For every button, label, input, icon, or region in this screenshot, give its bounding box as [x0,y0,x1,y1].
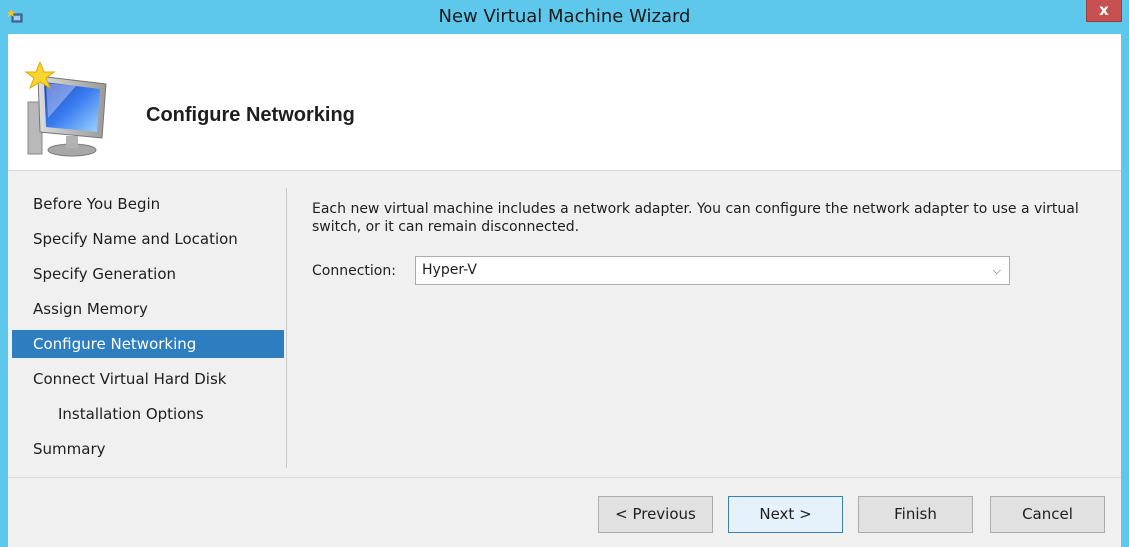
title-bar: New Virtual Machine Wizard x [0,0,1129,34]
nav-item-assign-memory[interactable]: Assign Memory [12,295,284,323]
chevron-down-icon: ⌵ [992,264,1001,277]
nav-item-before-you-begin[interactable]: Before You Begin [12,190,284,218]
previous-button[interactable]: < Previous [598,496,713,533]
nav-item-installation-options[interactable]: Installation Options [12,400,284,428]
connection-selected-value: Hyper-V [422,262,477,278]
connection-label: Connection: [312,263,396,279]
nav-item-summary[interactable]: Summary [12,435,284,463]
wizard-body: Configure Networking Before You Begin Sp… [8,34,1121,547]
wizard-header: Configure Networking [8,34,1121,171]
nav-item-name-location[interactable]: Specify Name and Location [12,225,284,253]
close-button[interactable]: x [1086,0,1122,22]
nav-divider [286,188,287,468]
nav-item-configure-networking[interactable]: Configure Networking [12,330,284,358]
window-title: New Virtual Machine Wizard [438,6,691,27]
virtual-machine-icon [24,62,107,157]
next-button[interactable]: Next > [728,496,843,533]
connection-select[interactable]: Hyper-V ⌵ [415,256,1010,285]
cancel-button[interactable]: Cancel [990,496,1105,533]
footer-divider [8,477,1121,478]
nav-item-generation[interactable]: Specify Generation [12,260,284,288]
networking-description: Each new virtual machine includes a netw… [312,201,1079,235]
page-title: Configure Networking [146,104,355,126]
nav-item-virtual-hard-disk[interactable]: Connect Virtual Hard Disk [12,365,284,393]
finish-button[interactable]: Finish [858,496,973,533]
